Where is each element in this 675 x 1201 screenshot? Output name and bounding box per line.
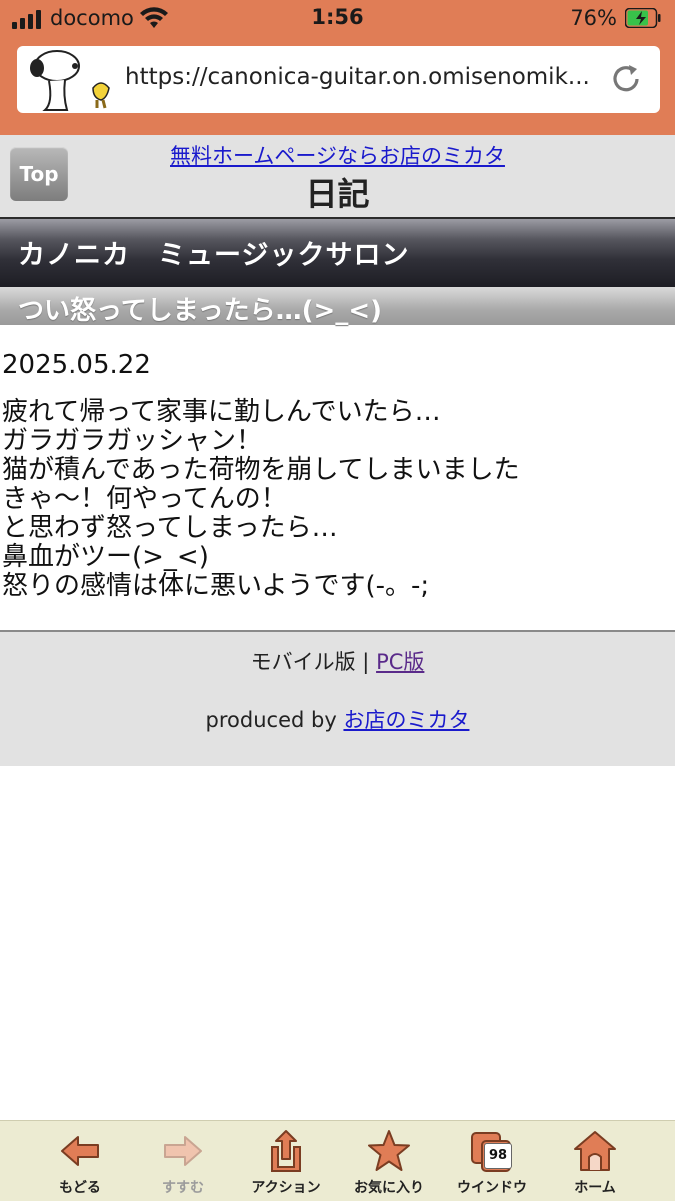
battery-percentage: 76%	[570, 6, 617, 30]
battery-charging-icon	[625, 8, 661, 28]
page-footer: モバイル版 | PC版 produced by お店のミカタ	[0, 630, 675, 766]
window-count-badge: 98	[484, 1143, 512, 1169]
entry-line: 猫が積んであった荷物を崩してしまいました	[2, 455, 520, 485]
star-icon	[368, 1130, 410, 1171]
forward-button[interactable]: すすむ	[133, 1121, 233, 1201]
back-label: もどる	[59, 1180, 101, 1196]
status-bar: docomo 1:56 76%	[0, 0, 675, 38]
credit: produced by お店のミカタ	[0, 704, 675, 734]
address-bar[interactable]: https://canonica-guitar.on.omisenomik...	[17, 46, 660, 113]
ad-link[interactable]: 無料ホームページならお店のミカタ	[0, 140, 675, 170]
windows-button[interactable]: 98 ウインドウ	[442, 1121, 542, 1201]
site-name-bar: カノニカ ミュージックサロン	[0, 217, 675, 287]
produced-by-label: produced by	[205, 708, 337, 732]
forward-arrow-icon	[164, 1136, 202, 1166]
back-arrow-icon	[61, 1136, 99, 1166]
separator: |	[362, 650, 370, 674]
page-title: 日記	[305, 175, 370, 213]
snoopy-avatar-icon	[30, 50, 110, 111]
page-header: Top 無料ホームページならお店のミカタ 日記	[0, 135, 675, 217]
entry-line: 疲れて帰って家事に勤しんでいたら…	[2, 397, 441, 427]
browser-chrome-top: docomo 1:56 76% https://canonica-guitar.…	[0, 0, 675, 135]
entry-date: 2025.05.22	[2, 350, 151, 380]
share-icon	[271, 1130, 301, 1172]
forward-label: すすむ	[162, 1180, 204, 1196]
home-button[interactable]: ホーム	[545, 1121, 645, 1201]
entry-line: きゃ〜！何やってんの！	[2, 484, 287, 514]
browser-toolbar: もどる すすむ アクション お気に入り 98 ウインドウ ホーム	[0, 1120, 675, 1201]
entry-line: 鼻血がツー(>_<)	[2, 542, 209, 572]
producer-link[interactable]: お店のミカタ	[343, 708, 469, 732]
action-label: アクション	[251, 1180, 321, 1196]
entry-line: と思わず怒ってしまったら…	[2, 513, 338, 543]
favorites-button[interactable]: お気に入り	[339, 1121, 439, 1201]
home-icon	[574, 1131, 616, 1171]
back-button[interactable]: もどる	[30, 1121, 130, 1201]
entry-title-bar: つい怒ってしまったら…(>_<)	[0, 287, 675, 326]
version-switch: モバイル版 | PC版	[0, 646, 675, 676]
favorites-label: お気に入り	[354, 1180, 424, 1196]
reload-icon[interactable]	[610, 63, 642, 95]
mobile-version-label: モバイル版	[250, 650, 356, 674]
entry-line: 怒りの感情は体に悪いようです(-。-;	[2, 571, 430, 601]
windows-label: ウインドウ	[457, 1180, 527, 1196]
url-text[interactable]: https://canonica-guitar.on.omisenomik...	[125, 64, 603, 90]
home-label: ホーム	[574, 1180, 616, 1196]
site-name: カノニカ ミュージックサロン	[18, 240, 410, 271]
entry-line: ガラガラガッシャン！	[2, 426, 263, 456]
pc-version-link[interactable]: PC版	[376, 650, 424, 674]
entry-body: 疲れて帰って家事に勤しんでいたら… ガラガラガッシャン！ 猫が積んであった荷物を…	[2, 398, 662, 601]
entry-title: つい怒ってしまったら…(>_<)	[18, 296, 382, 326]
action-button[interactable]: アクション	[236, 1121, 336, 1201]
